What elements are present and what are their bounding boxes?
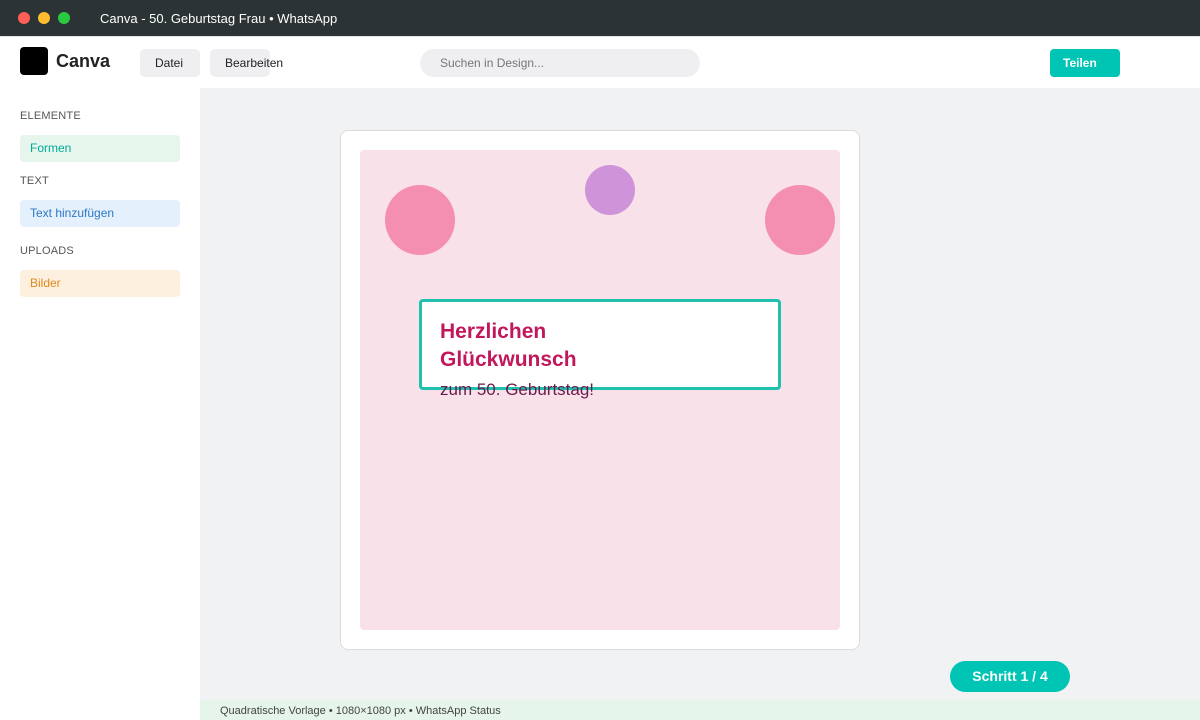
sidebar-section-text: TEXT bbox=[20, 175, 49, 187]
pink-circle-right[interactable] bbox=[765, 185, 835, 255]
window-title: Canva - 50. Geburtstag Frau • WhatsApp bbox=[100, 11, 338, 26]
design-background[interactable]: Herzlichen Glückwunsch zum 50. Geburtsta… bbox=[360, 150, 840, 630]
design-headline[interactable]: Herzlichen Glückwunsch bbox=[440, 318, 640, 374]
share-button[interactable]: Teilen bbox=[1050, 49, 1120, 77]
brand-name: Canva bbox=[56, 51, 111, 71]
window-titlebar: Canva - 50. Geburtstag Frau • WhatsApp bbox=[0, 0, 1200, 36]
top-toolbar: Canva Datei Bearbeiten Teilen bbox=[0, 36, 1200, 88]
edit-menu-button[interactable]: Bearbeiten bbox=[210, 49, 283, 77]
search-input[interactable] bbox=[420, 49, 700, 77]
status-bar: Quadratische Vorlage • 1080×1080 px • Wh… bbox=[200, 700, 1200, 720]
sidebar-section-uploads: UPLOADS bbox=[20, 245, 74, 257]
sidebar-item-add-text[interactable]: Text hinzufügen bbox=[20, 200, 180, 227]
canvas-area: Herzlichen Glückwunsch zum 50. Geburtsta… bbox=[200, 88, 1200, 720]
sidebar: ELEMENTE Formen TEXT Text hinzufügen UPL… bbox=[0, 88, 200, 720]
sidebar-item-images[interactable]: Bilder bbox=[20, 270, 180, 297]
sidebar-section-elements: ELEMENTE bbox=[20, 110, 81, 122]
design-subline[interactable]: zum 50. Geburtstag! bbox=[440, 380, 594, 400]
canva-logo-icon bbox=[20, 47, 48, 75]
artboard: Herzlichen Glückwunsch zum 50. Geburtsta… bbox=[340, 130, 860, 650]
pink-circle-left[interactable] bbox=[385, 185, 455, 255]
close-window-button[interactable] bbox=[18, 12, 30, 24]
file-menu-button[interactable]: Datei bbox=[140, 49, 200, 77]
maximize-window-button[interactable] bbox=[58, 12, 70, 24]
purple-circle-center[interactable] bbox=[585, 165, 635, 215]
minimize-window-button[interactable] bbox=[38, 12, 50, 24]
sidebar-item-shapes[interactable]: Formen bbox=[20, 135, 180, 162]
step-indicator[interactable]: Schritt 1 / 4 bbox=[950, 661, 1070, 692]
